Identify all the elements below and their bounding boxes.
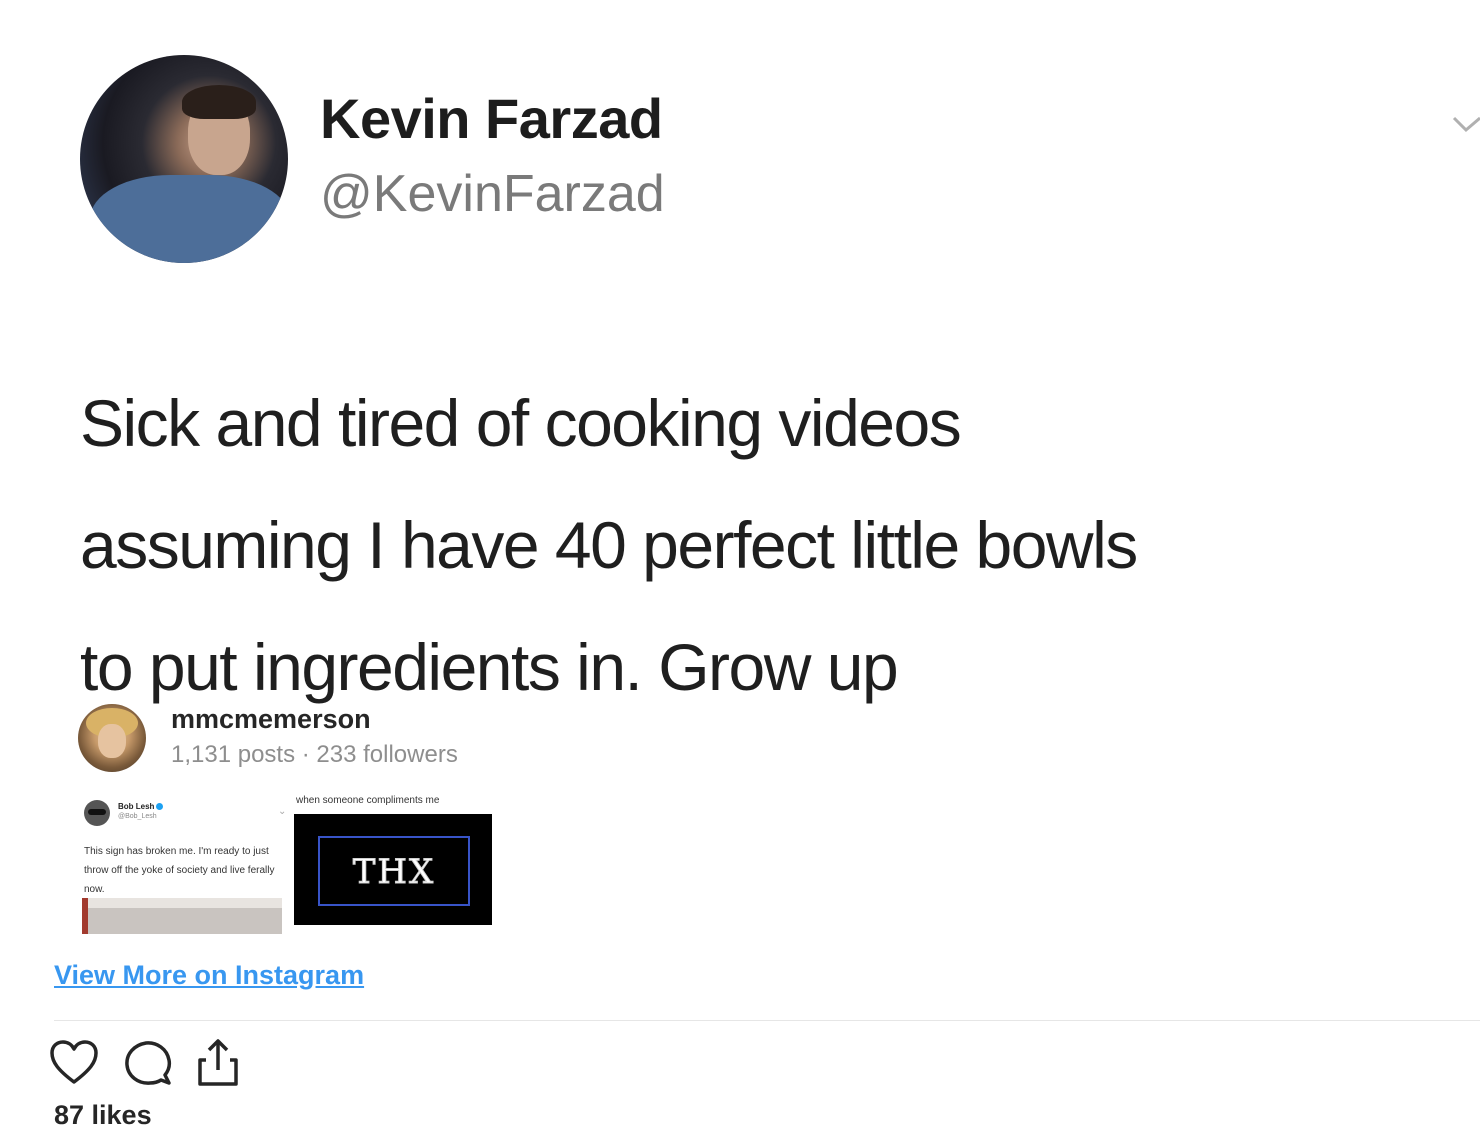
heart-icon[interactable] bbox=[48, 1038, 100, 1088]
instagram-thumbnail[interactable]: Bob Lesh @Bob_Lesh This sign has broken … bbox=[78, 790, 290, 934]
thumb-text: This sign has broken me. I'm ready to ju… bbox=[84, 846, 275, 895]
avatar bbox=[84, 800, 110, 826]
thumb-handle: @Bob_Lesh bbox=[118, 813, 157, 820]
like-count: 87 likes bbox=[54, 1100, 152, 1130]
divider bbox=[54, 1020, 1480, 1021]
thx-logo: THX bbox=[352, 852, 436, 893]
thumb-photo bbox=[82, 898, 282, 934]
tweet-display-name: Kevin Farzad bbox=[320, 87, 663, 150]
view-more-link[interactable]: View More on Instagram bbox=[54, 960, 364, 991]
instagram-avatar[interactable] bbox=[78, 704, 146, 772]
tweet-handle: @KevinFarzad bbox=[320, 165, 665, 223]
tweet-avatar bbox=[80, 55, 288, 263]
tweet-image: Kevin Farzad @KevinFarzad Sick and tired… bbox=[0, 0, 1480, 704]
instagram-thumbnail[interactable]: when someone compliments me THX bbox=[294, 790, 494, 934]
tweet-line: Sick and tired of cooking videos bbox=[80, 386, 962, 460]
chevron-down-icon: ⌄ bbox=[278, 806, 287, 817]
comment-icon[interactable] bbox=[122, 1038, 174, 1088]
share-icon[interactable] bbox=[192, 1038, 244, 1088]
thumb-photo: THX bbox=[294, 814, 492, 925]
chevron-down-icon bbox=[1452, 116, 1480, 133]
thumb-user-name: Bob Lesh bbox=[118, 802, 155, 811]
tweet-text: Sick and tired of cooking videos assumin… bbox=[80, 362, 1460, 728]
instagram-profile-stats: 1,131 posts · 233 followers bbox=[171, 741, 458, 768]
instagram-username[interactable]: mmcmemerson bbox=[171, 704, 371, 735]
verified-icon bbox=[156, 803, 164, 811]
thumb-caption: when someone compliments me bbox=[296, 795, 440, 806]
tweet-line: assuming I have 40 perfect little bowls bbox=[80, 508, 1138, 582]
thx-frame: THX bbox=[318, 836, 470, 906]
